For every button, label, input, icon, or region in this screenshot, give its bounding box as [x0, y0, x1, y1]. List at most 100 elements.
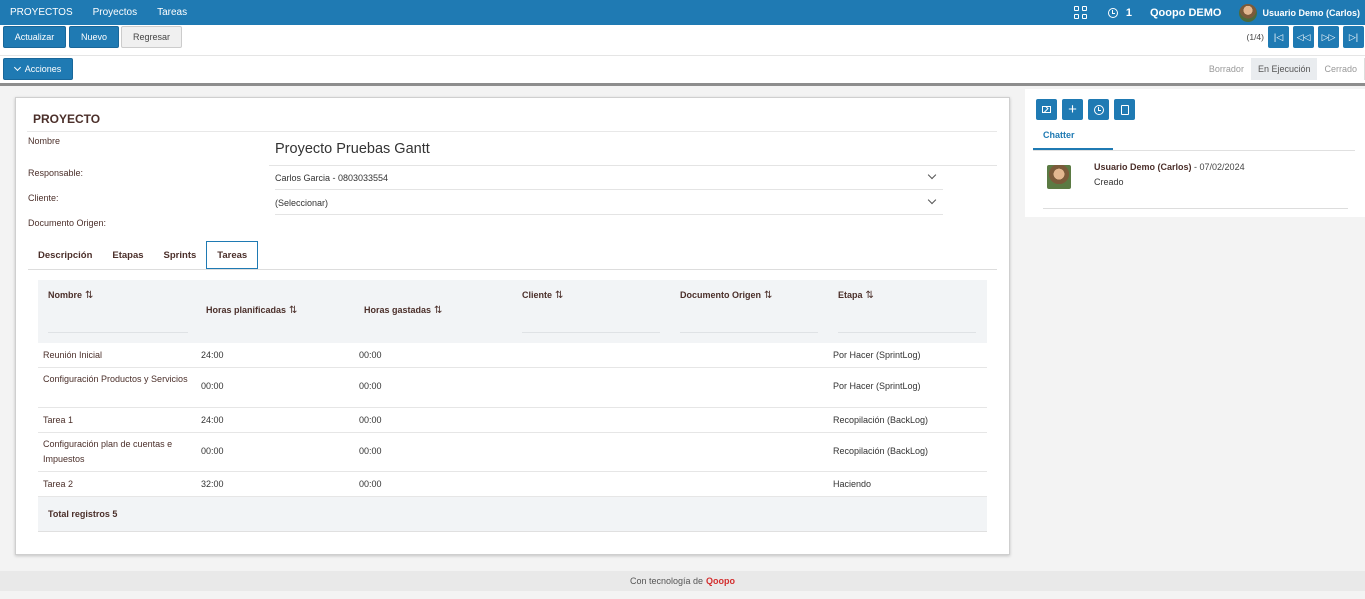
- menu-proyectos-root[interactable]: PROYECTOS: [10, 7, 73, 18]
- menu-tareas[interactable]: Tareas: [157, 7, 187, 18]
- first-icon: |◁: [1273, 31, 1284, 42]
- cell-nombre[interactable]: Tarea 1: [43, 413, 73, 428]
- next-icon: ▷▷: [1321, 31, 1336, 42]
- cell-planificadas: 00:00: [201, 381, 224, 391]
- cell-gastadas: 00:00: [359, 350, 382, 360]
- col-etapa[interactable]: Etapa ⇅: [838, 290, 874, 301]
- table-row[interactable]: Reunión Inicial 24:00 00:00 Por Hacer (S…: [38, 343, 987, 368]
- message-header: Usuario Demo (Carlos) - 07/02/2024: [1094, 162, 1245, 172]
- cell-gastadas: 00:00: [359, 381, 382, 391]
- company-name[interactable]: Qoopo DEMO: [1150, 7, 1222, 19]
- apps-grid-icon[interactable]: [1073, 5, 1088, 20]
- cell-planificadas: 00:00: [201, 446, 224, 456]
- col-horas-gastadas[interactable]: Horas gastadas ⇅: [364, 305, 443, 316]
- tab-etapas[interactable]: Etapas: [102, 241, 153, 270]
- documento-origen-label: Documento Origen:: [28, 218, 107, 228]
- sort-icon: ⇅: [85, 290, 94, 301]
- tab-chatter[interactable]: Chatter: [1033, 125, 1113, 150]
- pager-counter: (1/4): [1246, 32, 1264, 42]
- topbar-right: 1 Qoopo DEMO Usuario Demo (Carlos): [1073, 0, 1365, 25]
- filter-cliente[interactable]: [522, 332, 660, 333]
- cell-planificadas: 24:00: [201, 350, 224, 360]
- sort-icon: ⇅: [555, 290, 564, 301]
- status-cerrado[interactable]: Cerrado: [1317, 58, 1364, 80]
- chatter-panel: + Chatter Usuario Demo (Carlos) - 07/02/…: [1025, 89, 1365, 217]
- responsable-select[interactable]: Carlos Garcia - 0803033554: [275, 166, 943, 190]
- cliente-label: Cliente:: [28, 193, 59, 203]
- last-record-button[interactable]: ▷|: [1343, 26, 1364, 48]
- nuevo-button[interactable]: Nuevo: [69, 26, 119, 48]
- add-follower-button[interactable]: +: [1062, 99, 1083, 120]
- cell-nombre[interactable]: Configuración Productos y Servicios: [43, 372, 188, 387]
- first-record-button[interactable]: |◁: [1268, 26, 1289, 48]
- cell-nombre[interactable]: Configuración plan de cuentas e Impuesto…: [43, 437, 193, 467]
- main-menu: PROYECTOS Proyectos Tareas: [0, 0, 197, 25]
- sort-icon: ⇅: [289, 305, 298, 316]
- filter-etapa[interactable]: [838, 332, 976, 333]
- cell-planificadas: 24:00: [201, 415, 224, 425]
- acciones-label: Acciones: [24, 64, 62, 74]
- schedule-activity-button[interactable]: [1088, 99, 1109, 120]
- activity-clock-icon[interactable]: [1107, 7, 1118, 18]
- tab-sprints[interactable]: Sprints: [154, 241, 207, 270]
- previous-record-button[interactable]: ◁◁: [1293, 26, 1314, 48]
- cliente-select[interactable]: (Seleccionar): [275, 191, 943, 215]
- nombre-label: Nombre: [28, 136, 61, 146]
- table-row[interactable]: Configuración Productos y Servicios 00:0…: [38, 368, 987, 408]
- status-en-ejecucion[interactable]: En Ejecución: [1250, 58, 1318, 80]
- total-records: Total registros 5: [48, 509, 118, 519]
- table-row[interactable]: Configuración plan de cuentas e Impuesto…: [38, 433, 987, 472]
- cell-nombre[interactable]: Reunión Inicial: [43, 348, 102, 363]
- cell-etapa: Por Hacer (SprintLog): [833, 350, 921, 360]
- table-row[interactable]: Tarea 1 24:00 00:00 Recopilación (BackLo…: [38, 408, 987, 433]
- clock-icon: [1093, 104, 1104, 115]
- last-icon: ▷|: [1348, 31, 1359, 42]
- message-avatar: [1047, 165, 1071, 189]
- message-author[interactable]: Usuario Demo (Carlos): [1094, 162, 1192, 172]
- cell-planificadas: 32:00: [201, 479, 224, 489]
- user-avatar[interactable]: [1239, 3, 1258, 22]
- cliente-value: (Seleccionar): [275, 197, 329, 208]
- tareas-table: Nombre ⇅ Horas planificadas ⇅ Horas gastad…: [38, 280, 987, 532]
- attachments-button[interactable]: [1114, 99, 1135, 120]
- responsable-value: Carlos Garcia - 0803033554: [275, 172, 389, 183]
- regresar-button[interactable]: Regresar: [121, 26, 182, 48]
- col-horas-planificadas[interactable]: Horas planificadas ⇅: [206, 305, 298, 316]
- nombre-field[interactable]: Proyecto Pruebas Gantt: [275, 141, 430, 157]
- envelope-icon: [1042, 106, 1051, 113]
- sort-icon: ⇅: [434, 305, 443, 316]
- menu-proyectos[interactable]: Proyectos: [93, 7, 137, 18]
- actualizar-button[interactable]: Actualizar: [3, 26, 66, 48]
- tabs-divider: [28, 269, 997, 270]
- cell-gastadas: 00:00: [359, 446, 382, 456]
- document-icon: [1120, 104, 1129, 115]
- cell-gastadas: 00:00: [359, 415, 382, 425]
- cell-nombre[interactable]: Tarea 2: [43, 477, 73, 492]
- filter-nombre[interactable]: [48, 332, 188, 333]
- filter-documento[interactable]: [680, 332, 818, 333]
- status-borrador[interactable]: Borrador: [1202, 58, 1251, 80]
- send-message-button[interactable]: [1036, 99, 1057, 120]
- cell-etapa: Recopilación (BackLog): [833, 446, 929, 456]
- footer-brand[interactable]: Qoopo: [706, 576, 735, 586]
- col-documento-origen[interactable]: Documento Origen ⇅: [680, 290, 773, 301]
- table-row[interactable]: Tarea 2 32:00 00:00 Haciendo: [38, 472, 987, 497]
- col-nombre[interactable]: Nombre ⇅: [48, 290, 94, 301]
- tab-descripcion[interactable]: Descripción: [28, 241, 102, 270]
- next-record-button[interactable]: ▷▷: [1318, 26, 1339, 48]
- cell-etapa: Haciendo: [833, 479, 872, 489]
- chevron-down-icon: [927, 170, 937, 180]
- notebook-tabs: Descripción Etapas Sprints Tareas: [28, 241, 259, 270]
- control-panel: Actualizar Nuevo Regresar (1/4) |◁ ◁◁ ▷▷…: [0, 25, 1365, 56]
- col-cliente[interactable]: Cliente ⇅: [522, 290, 564, 301]
- action-bar: Acciones Borrador En Ejecución Cerrado: [0, 56, 1365, 86]
- user-menu[interactable]: Usuario Demo (Carlos): [1262, 8, 1360, 18]
- sort-icon: ⇅: [764, 290, 773, 301]
- form-title: PROYECTO: [33, 112, 101, 126]
- tab-tareas[interactable]: Tareas: [206, 241, 259, 270]
- acciones-dropdown[interactable]: Acciones: [3, 58, 73, 80]
- responsable-label: Responsable:: [28, 168, 84, 178]
- activity-count[interactable]: 1: [1126, 7, 1132, 19]
- table-header: Nombre ⇅ Horas planificadas ⇅ Horas gastad…: [38, 280, 987, 343]
- footer-text: Con tecnología de: [629, 576, 704, 586]
